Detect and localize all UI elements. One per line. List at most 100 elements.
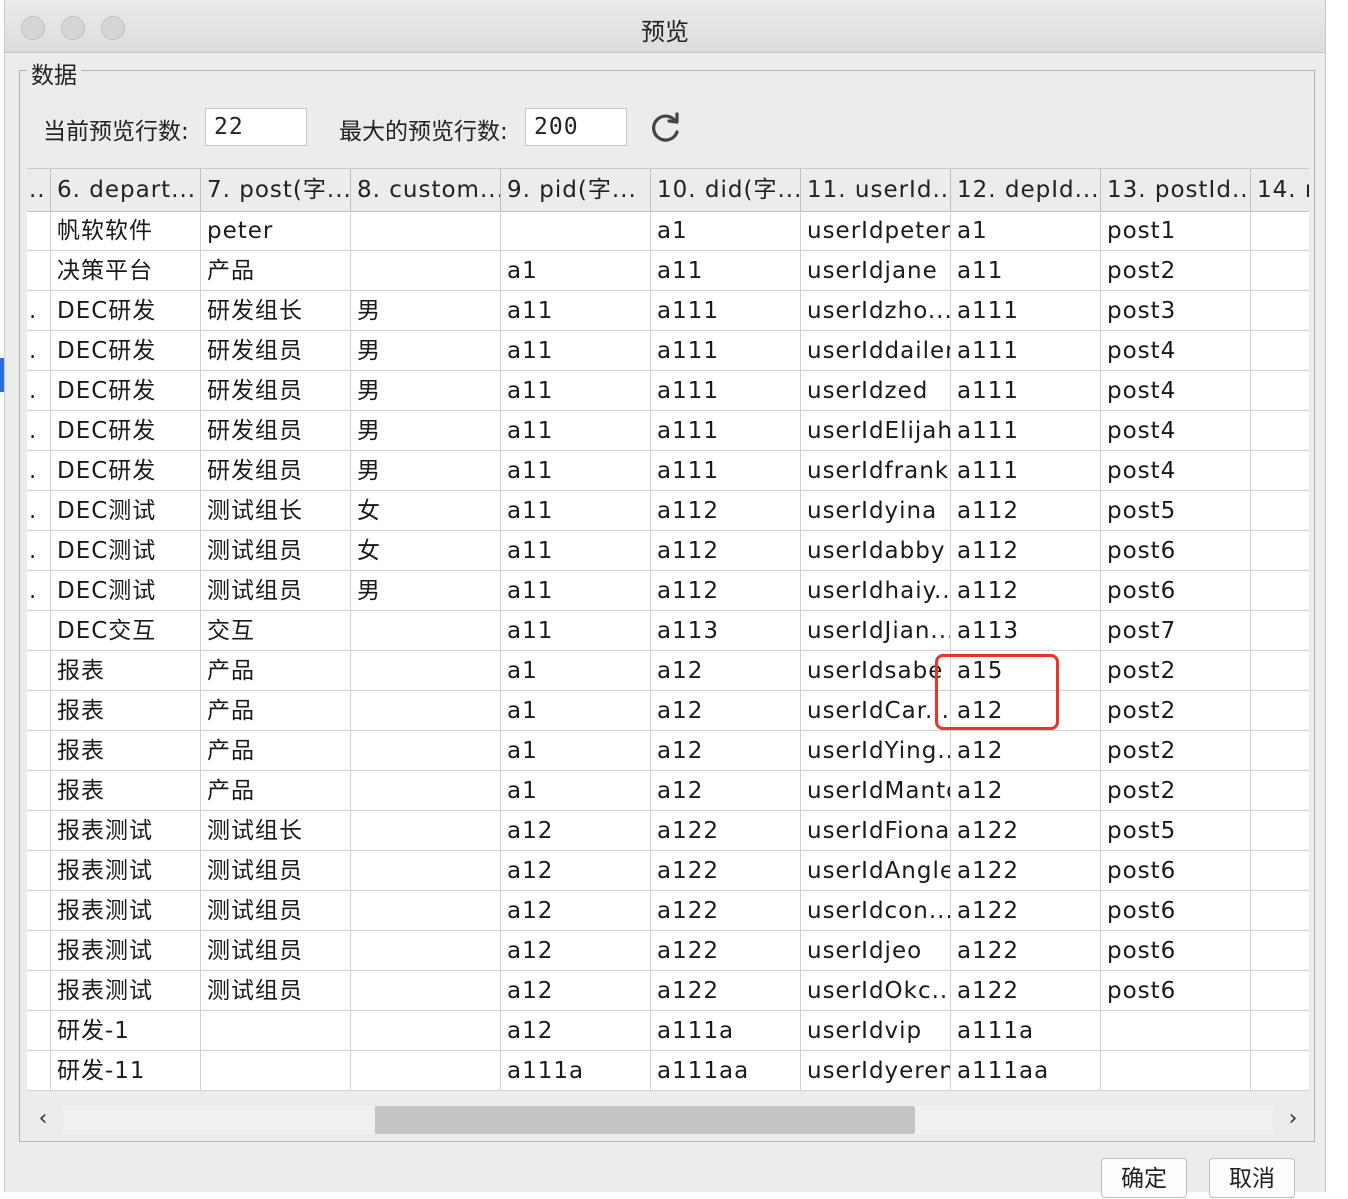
table-cell[interactable]: a11 <box>501 491 651 531</box>
table-cell[interactable]: 报表 <box>51 691 201 731</box>
table-cell[interactable]: . <box>27 411 51 451</box>
table-cell[interactable]: 报表测试 <box>51 931 201 971</box>
table-cell[interactable]: DEC研发 <box>51 331 201 371</box>
table-cell[interactable]: userIdhaiy... <box>801 571 951 611</box>
table-cell[interactable]: . <box>27 371 51 411</box>
table-cell[interactable]: a12 <box>501 1011 651 1051</box>
table-cell[interactable]: . <box>27 571 51 611</box>
horizontal-scrollbar[interactable]: ‹ › <box>27 1100 1309 1140</box>
table-cell[interactable]: userIdzed <box>801 371 951 411</box>
table-cell[interactable]: post3 <box>1101 291 1251 331</box>
table-cell[interactable]: userIdvip <box>801 1011 951 1051</box>
table-cell[interactable]: a12 <box>501 851 651 891</box>
table-cell[interactable]: a113 <box>651 611 801 651</box>
table-cell[interactable]: 产品 <box>201 651 351 691</box>
table-cell[interactable]: 男 <box>351 371 501 411</box>
table-cell[interactable] <box>351 651 501 691</box>
table-cell[interactable]: a111 <box>951 291 1101 331</box>
table-cell[interactable]: DEC研发 <box>51 411 201 451</box>
table-cell[interactable]: a122 <box>951 891 1101 931</box>
table-cell[interactable]: 测试组员 <box>201 531 351 571</box>
table-cell[interactable]: a1 <box>951 211 1101 251</box>
table-cell[interactable]: post2 <box>1101 251 1251 291</box>
table-row[interactable]: 帆软软件 peter a1 userIdpeter a1 post1 <box>27 211 1309 251</box>
table-cell[interactable]: a122 <box>651 851 801 891</box>
table-cell[interactable] <box>1251 291 1309 331</box>
table-cell[interactable]: userIdCar... <box>801 691 951 731</box>
table-cell[interactable]: a112 <box>651 531 801 571</box>
table-row[interactable]: . DEC测试 测试组员女 a11 a112 userIdabby a112 post6 <box>27 531 1309 571</box>
table-cell[interactable]: a1 <box>501 691 651 731</box>
table-cell[interactable]: . <box>27 291 51 331</box>
table-cell[interactable]: 产品 <box>201 731 351 771</box>
table-cell[interactable]: 测试组员 <box>201 571 351 611</box>
table-cell[interactable] <box>27 691 51 731</box>
table-cell[interactable] <box>1251 771 1309 811</box>
table-cell[interactable] <box>27 931 51 971</box>
table-cell[interactable] <box>27 971 51 1011</box>
table-cell[interactable]: a111aa <box>951 1051 1101 1091</box>
table-cell[interactable]: a12 <box>951 771 1101 811</box>
table-cell[interactable]: post5 <box>1101 491 1251 531</box>
table-cell[interactable]: 测试组员 <box>201 971 351 1011</box>
table-cell[interactable]: a1 <box>501 651 651 691</box>
table-cell[interactable]: 报表测试 <box>51 811 201 851</box>
table-cell[interactable] <box>27 251 51 291</box>
table-cell[interactable]: a12 <box>501 931 651 971</box>
table-cell[interactable] <box>1251 891 1309 931</box>
table-cell[interactable] <box>1251 1011 1309 1051</box>
scroll-right-icon[interactable]: › <box>1281 1106 1305 1131</box>
table-cell[interactable]: a111 <box>951 371 1101 411</box>
table-cell[interactable]: 女 <box>351 531 501 571</box>
table-cell[interactable]: peter <box>201 211 351 251</box>
table-cell[interactable] <box>351 771 501 811</box>
table-cell[interactable]: a11 <box>501 451 651 491</box>
table-cell[interactable] <box>1251 371 1309 411</box>
table-row[interactable]: 报表 产品 a1 a12 userIdsabe a15 post2 <box>27 651 1309 691</box>
table-cell[interactable]: a12 <box>651 771 801 811</box>
table-cell[interactable] <box>351 611 501 651</box>
table-cell[interactable]: 测试组长 <box>201 491 351 531</box>
table-cell[interactable]: a12 <box>501 811 651 851</box>
table-cell[interactable] <box>1251 1051 1309 1091</box>
table-cell[interactable]: DEC研发 <box>51 291 201 331</box>
table-row[interactable]: 报表测试 测试组员 a12 a122 userIdjeo a122 post6 <box>27 931 1309 971</box>
table-row[interactable]: . DEC研发 研发组员男 a11 a111 userIdElijah a111 post4 <box>27 411 1309 451</box>
table-cell[interactable]: . <box>27 531 51 571</box>
column-header[interactable]: 12. depId... <box>951 169 1101 211</box>
table-cell[interactable]: post4 <box>1101 331 1251 371</box>
table-cell[interactable]: post6 <box>1101 531 1251 571</box>
table-cell[interactable]: a113 <box>951 611 1101 651</box>
table-cell[interactable]: 研发组员 <box>201 451 351 491</box>
table-cell[interactable]: a122 <box>651 971 801 1011</box>
table-cell[interactable]: DEC交互 <box>51 611 201 651</box>
table-cell[interactable]: post4 <box>1101 371 1251 411</box>
table-cell[interactable]: a122 <box>651 811 801 851</box>
table-cell[interactable]: 产品 <box>201 251 351 291</box>
table-cell[interactable] <box>27 771 51 811</box>
table-cell[interactable]: a122 <box>951 971 1101 1011</box>
scroll-left-icon[interactable]: ‹ <box>31 1106 55 1131</box>
table-cell[interactable]: a111 <box>651 451 801 491</box>
table-row[interactable]: . DEC测试 测试组员男 a11 a112 userIdhaiy... a112 post6 <box>27 571 1309 611</box>
title-bar[interactable]: 预览 <box>5 0 1325 53</box>
table-cell[interactable]: DEC研发 <box>51 451 201 491</box>
table-cell[interactable]: DEC研发 <box>51 371 201 411</box>
table-cell[interactable]: 交互 <box>201 611 351 651</box>
table-cell[interactable] <box>1251 931 1309 971</box>
table-row[interactable]: . DEC研发 研发组员男 a11 a111 userIddailer a111 post4 <box>27 331 1309 371</box>
table-cell[interactable]: post6 <box>1101 851 1251 891</box>
table-cell[interactable]: 研发组员 <box>201 331 351 371</box>
table-cell[interactable] <box>27 851 51 891</box>
table-cell[interactable]: a11 <box>501 331 651 371</box>
table-cell[interactable] <box>351 931 501 971</box>
cancel-button[interactable]: 取消 <box>1209 1158 1295 1198</box>
table-cell[interactable]: userIdpeter <box>801 211 951 251</box>
table-cell[interactable] <box>27 651 51 691</box>
table-cell[interactable]: 研发-11 <box>51 1051 201 1091</box>
table-cell[interactable]: 报表测试 <box>51 891 201 931</box>
table-cell[interactable]: a111 <box>951 411 1101 451</box>
table-cell[interactable]: 女 <box>351 491 501 531</box>
table-cell[interactable]: userIdsabe <box>801 651 951 691</box>
ok-button[interactable]: 确定 <box>1101 1158 1187 1198</box>
